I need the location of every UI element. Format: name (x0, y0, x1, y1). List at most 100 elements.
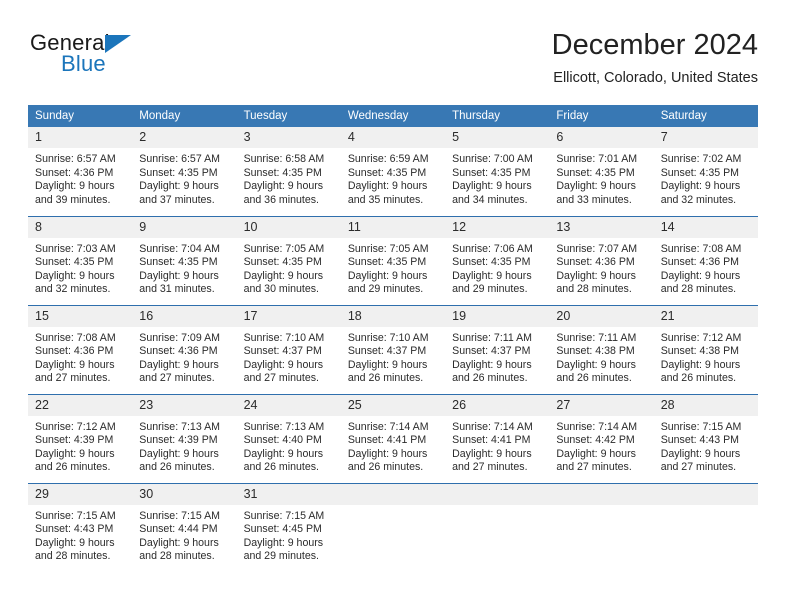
day-number (445, 483, 550, 505)
daylight-text-line2: and 29 minutes. (243, 550, 319, 563)
sunset-text: Sunset: 4:36 PM (660, 256, 740, 269)
day-cell[interactable]: 3 Sunrise: 6:58 AM Sunset: 4:35 PM Dayli… (236, 127, 341, 216)
day-cell[interactable]: 11 Sunrise: 7:05 AM Sunset: 4:35 PM Dayl… (340, 215, 446, 305)
daylight-text-line1: Daylight: 9 hours (35, 269, 115, 282)
sunrise-text: Sunrise: 7:04 AM (139, 242, 220, 255)
day-number: 11 (340, 216, 446, 238)
daylight-text-line1: Daylight: 9 hours (660, 180, 741, 193)
calendar-week-row: 15 Sunrise: 7:08 AM Sunset: 4:36 PM Dayl… (28, 304, 758, 394)
day-number: 7 (653, 127, 758, 148)
sunset-text: Sunset: 4:38 PM (556, 345, 635, 358)
day-details: Sunrise: 7:10 AM Sunset: 4:37 PM Dayligh… (341, 327, 445, 386)
day-cell[interactable]: 8 Sunrise: 7:03 AM Sunset: 4:35 PM Dayli… (28, 215, 133, 305)
calendar-page: General Blue December 2024 Ellicott, Col… (0, 0, 792, 612)
day-details: Sunrise: 7:15 AM Sunset: 4:44 PM Dayligh… (132, 505, 236, 564)
day-cell[interactable]: 6 Sunrise: 7:01 AM Sunset: 4:35 PM Dayli… (549, 127, 654, 216)
day-cell[interactable]: 25 Sunrise: 7:14 AM Sunset: 4:41 PM Dayl… (340, 393, 446, 483)
day-cell[interactable]: 26 Sunrise: 7:14 AM Sunset: 4:41 PM Dayl… (445, 393, 550, 483)
day-details: Sunrise: 7:08 AM Sunset: 4:36 PM Dayligh… (654, 238, 758, 297)
day-cell[interactable]: 20 Sunrise: 7:11 AM Sunset: 4:38 PM Dayl… (549, 304, 654, 394)
day-cell[interactable]: 13 Sunrise: 7:07 AM Sunset: 4:36 PM Dayl… (549, 215, 654, 305)
sunset-text: Sunset: 4:41 PM (452, 434, 531, 447)
day-cell[interactable]: 9 Sunrise: 7:04 AM Sunset: 4:35 PM Dayli… (132, 215, 237, 305)
sunset-text: Sunset: 4:35 PM (139, 166, 218, 179)
day-cell[interactable]: 30 Sunrise: 7:15 AM Sunset: 4:44 PM Dayl… (132, 482, 237, 572)
day-cell[interactable]: 18 Sunrise: 7:10 AM Sunset: 4:37 PM Dayl… (340, 304, 446, 394)
brand-name-blue: Blue (61, 51, 106, 76)
day-number: 19 (445, 305, 550, 327)
day-cell[interactable]: 31 Sunrise: 7:15 AM Sunset: 4:45 PM Dayl… (236, 482, 341, 572)
day-number: 27 (549, 394, 654, 416)
calendar-week-row: 29 Sunrise: 7:15 AM Sunset: 4:43 PM Dayl… (28, 482, 758, 572)
day-details: Sunrise: 7:13 AM Sunset: 4:39 PM Dayligh… (132, 416, 236, 475)
daylight-text-line2: and 27 minutes. (660, 461, 737, 474)
daylight-text-line2: and 32 minutes. (660, 193, 737, 206)
day-details: Sunrise: 7:10 AM Sunset: 4:37 PM Dayligh… (237, 327, 341, 386)
day-details: Sunrise: 7:00 AM Sunset: 4:35 PM Dayligh… (445, 148, 549, 207)
day-cell[interactable]: 28 Sunrise: 7:15 AM Sunset: 4:43 PM Dayl… (653, 393, 758, 483)
sunset-text: Sunset: 4:36 PM (35, 345, 114, 358)
sunrise-text: Sunrise: 7:01 AM (556, 153, 638, 165)
sunrise-text: Sunrise: 7:14 AM (556, 420, 638, 433)
daylight-text-line2: and 31 minutes. (139, 283, 215, 296)
daylight-text-line2: and 28 minutes. (556, 283, 632, 296)
daylight-text-line2: and 39 minutes. (35, 193, 111, 206)
day-cell[interactable]: 16 Sunrise: 7:09 AM Sunset: 4:36 PM Dayl… (132, 304, 237, 394)
day-cell[interactable]: 15 Sunrise: 7:08 AM Sunset: 4:36 PM Dayl… (28, 304, 133, 394)
daylight-text-line2: and 27 minutes. (452, 461, 528, 474)
sunset-text: Sunset: 4:37 PM (452, 345, 531, 358)
daylight-text-line1: Daylight: 9 hours (347, 180, 428, 193)
day-details: Sunrise: 7:14 AM Sunset: 4:41 PM Dayligh… (341, 416, 445, 475)
day-cell[interactable]: 5 Sunrise: 7:00 AM Sunset: 4:35 PM Dayli… (445, 127, 550, 216)
sunrise-text: Sunrise: 7:10 AM (347, 331, 429, 344)
day-number: 30 (132, 483, 237, 505)
daylight-text-line1: Daylight: 9 hours (347, 269, 428, 282)
day-number: 26 (445, 394, 550, 416)
day-cell[interactable]: 23 Sunrise: 7:13 AM Sunset: 4:39 PM Dayl… (132, 393, 237, 483)
day-cell[interactable]: 19 Sunrise: 7:11 AM Sunset: 4:37 PM Dayl… (445, 304, 550, 394)
daylight-text-line2: and 26 minutes. (243, 461, 319, 474)
day-cell[interactable]: 21 Sunrise: 7:12 AM Sunset: 4:38 PM Dayl… (653, 304, 758, 394)
day-cell[interactable]: 29 Sunrise: 7:15 AM Sunset: 4:43 PM Dayl… (28, 482, 133, 572)
daylight-text-line1: Daylight: 9 hours (243, 180, 324, 193)
sunrise-text: Sunrise: 7:05 AM (347, 242, 429, 255)
day-cell[interactable]: 7 Sunrise: 7:02 AM Sunset: 4:35 PM Dayli… (653, 127, 758, 216)
daylight-text-line1: Daylight: 9 hours (660, 447, 741, 460)
sunset-text: Sunset: 4:40 PM (243, 434, 322, 447)
triangle-flag-icon (105, 35, 131, 53)
day-number: 4 (340, 127, 446, 148)
sunset-text: Sunset: 4:43 PM (35, 523, 114, 536)
sunrise-sunset-calendar-table: Sunday Monday Tuesday Wednesday Thursday… (28, 105, 758, 572)
day-cell-empty (445, 482, 550, 572)
daylight-text-line2: and 28 minutes. (139, 550, 215, 563)
day-details: Sunrise: 7:04 AM Sunset: 4:35 PM Dayligh… (132, 238, 236, 297)
day-cell-empty (549, 482, 654, 572)
sunrise-text: Sunrise: 7:14 AM (347, 420, 429, 433)
sunset-text: Sunset: 4:44 PM (139, 523, 218, 536)
daylight-text-line2: and 26 minutes. (660, 372, 737, 385)
day-cell[interactable]: 4 Sunrise: 6:59 AM Sunset: 4:35 PM Dayli… (340, 127, 446, 216)
sunrise-text: Sunrise: 7:15 AM (660, 420, 742, 433)
day-cell[interactable]: 10 Sunrise: 7:05 AM Sunset: 4:35 PM Dayl… (236, 215, 341, 305)
day-cell[interactable]: 14 Sunrise: 7:08 AM Sunset: 4:36 PM Dayl… (653, 215, 758, 305)
day-cell[interactable]: 17 Sunrise: 7:10 AM Sunset: 4:37 PM Dayl… (236, 304, 341, 394)
daylight-text-line2: and 26 minutes. (347, 461, 424, 474)
day-cell[interactable]: 2 Sunrise: 6:57 AM Sunset: 4:35 PM Dayli… (132, 127, 237, 216)
day-cell[interactable]: 1 Sunrise: 6:57 AM Sunset: 4:36 PM Dayli… (28, 127, 133, 216)
day-cell-empty (340, 482, 446, 572)
day-details: Sunrise: 7:15 AM Sunset: 4:43 PM Dayligh… (654, 416, 758, 475)
weekday-header-saturday: Saturday (653, 105, 758, 127)
day-cell[interactable]: 27 Sunrise: 7:14 AM Sunset: 4:42 PM Dayl… (549, 393, 654, 483)
general-blue-logo[interactable]: General Blue (30, 30, 170, 90)
day-details: Sunrise: 7:14 AM Sunset: 4:42 PM Dayligh… (549, 416, 653, 475)
day-cell[interactable]: 22 Sunrise: 7:12 AM Sunset: 4:39 PM Dayl… (28, 393, 133, 483)
daylight-text-line1: Daylight: 9 hours (556, 180, 636, 193)
day-details: Sunrise: 7:05 AM Sunset: 4:35 PM Dayligh… (237, 238, 341, 297)
daylight-text-line2: and 36 minutes. (243, 193, 319, 206)
day-number: 8 (28, 216, 133, 238)
day-cell[interactable]: 24 Sunrise: 7:13 AM Sunset: 4:40 PM Dayl… (236, 393, 341, 483)
weekday-header-row: Sunday Monday Tuesday Wednesday Thursday… (28, 105, 758, 127)
daylight-text-line1: Daylight: 9 hours (139, 536, 219, 549)
day-cell[interactable]: 12 Sunrise: 7:06 AM Sunset: 4:35 PM Dayl… (445, 215, 550, 305)
day-details: Sunrise: 7:07 AM Sunset: 4:36 PM Dayligh… (549, 238, 653, 297)
